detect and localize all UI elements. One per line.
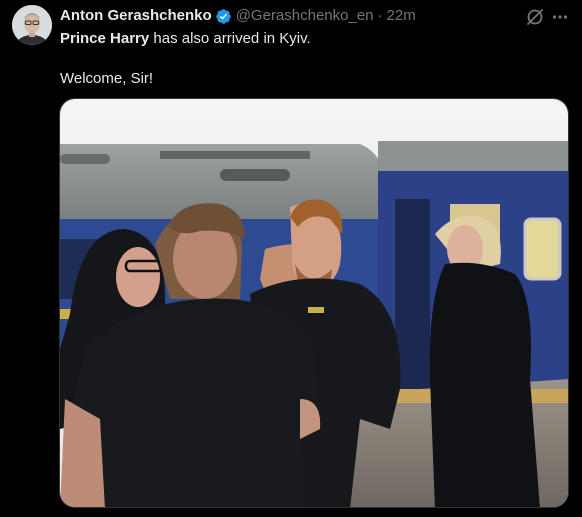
tweet-line-2: Welcome, Sir! — [60, 70, 154, 87]
tweet-line-1-rest: has also arrived in Kyiv. — [149, 30, 311, 47]
timestamp[interactable]: 22m — [387, 6, 416, 26]
tweet[interactable]: Anton Gerashchenko @Gerashchenko_en · 22… — [0, 0, 582, 517]
tweet-line-1: Prince Harry has also arrived in Kyiv. — [60, 29, 560, 49]
author-handle[interactable]: @Gerashchenko_en — [236, 6, 374, 26]
tweet-photo[interactable] — [59, 98, 569, 508]
photo-scene — [60, 99, 568, 507]
tweet-header: Anton Gerashchenko @Gerashchenko_en · 22… — [60, 6, 416, 26]
mention-name: Prince Harry — [60, 30, 150, 47]
more-icon[interactable] — [550, 7, 570, 27]
separator-dot: · — [377, 7, 383, 24]
author-name[interactable]: Anton Gerashchenko — [60, 6, 212, 26]
verified-badge-icon[interactable] — [215, 8, 232, 25]
avatar[interactable] — [12, 5, 52, 45]
tweet-text: Prince Harry has also arrived in Kyiv. W… — [60, 29, 560, 89]
grok-icon[interactable] — [525, 7, 545, 27]
